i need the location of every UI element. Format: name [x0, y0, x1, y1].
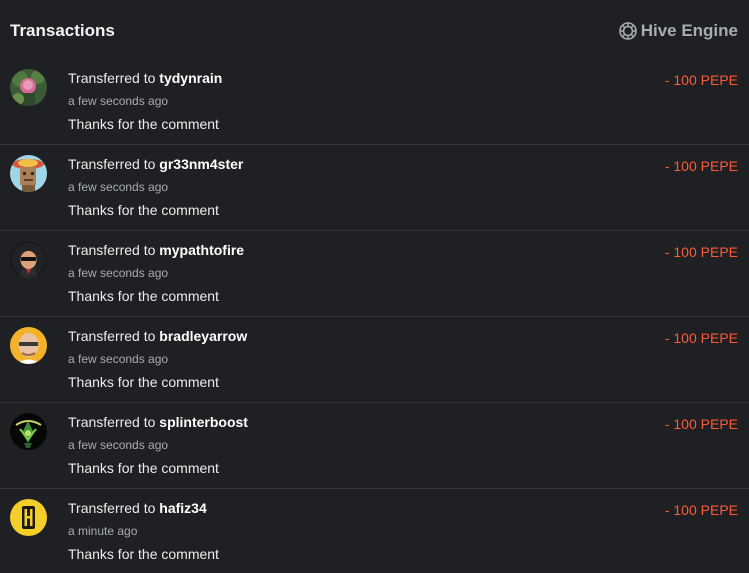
transaction-amount: - 100 PEPE: [664, 330, 738, 346]
avatar-mypathtofire[interactable]: [10, 241, 47, 278]
recipient-link[interactable]: tydynrain: [159, 70, 222, 86]
transaction-amount: - 100 PEPE: [664, 416, 738, 432]
transaction-row[interactable]: Transferred to mypathtofire a few second…: [0, 231, 749, 317]
transaction-memo: Thanks for the comment: [68, 374, 219, 390]
transactions-header: Transactions Hive Engine: [0, 0, 749, 62]
transaction-list: Transferred to tydynrain a few seconds a…: [0, 59, 749, 573]
recipient-link[interactable]: splinterboost: [159, 414, 248, 430]
recipient-link[interactable]: mypathtofire: [159, 242, 244, 258]
transaction-description: Transferred to bradleyarrow: [68, 328, 247, 344]
recipient-link[interactable]: bradleyarrow: [159, 328, 247, 344]
transaction-time: a few seconds ago: [68, 438, 169, 452]
hive-engine-link[interactable]: Hive Engine: [618, 21, 738, 41]
transaction-row[interactable]: Transferred to tydynrain a few seconds a…: [0, 59, 749, 145]
transaction-amount: - 100 PEPE: [664, 72, 738, 88]
transaction-memo: Thanks for the comment: [68, 288, 219, 304]
avatar-bradleyarrow[interactable]: [10, 327, 47, 364]
panel-title: Transactions: [10, 21, 115, 40]
transaction-time: a few seconds ago: [68, 180, 169, 194]
transaction-amount: - 100 PEPE: [664, 502, 738, 518]
transaction-memo: Thanks for the comment: [68, 202, 219, 218]
transaction-amount: - 100 PEPE: [664, 158, 738, 174]
transaction-description: Transferred to mypathtofire: [68, 242, 244, 258]
recipient-link[interactable]: gr33nm4ster: [159, 156, 243, 172]
transaction-memo: Thanks for the comment: [68, 546, 219, 562]
hive-engine-icon: [618, 22, 637, 40]
transaction-time: a few seconds ago: [68, 266, 169, 280]
avatar-splinterboost[interactable]: [10, 413, 47, 450]
transaction-prefix: Transferred to: [68, 414, 156, 430]
transaction-row[interactable]: Transferred to splinterboost a few secon…: [0, 403, 749, 489]
avatar-gr33nm4ster[interactable]: [10, 155, 47, 192]
transaction-description: Transferred to gr33nm4ster: [68, 156, 243, 172]
transaction-row[interactable]: Transferred to gr33nm4ster a few seconds…: [0, 145, 749, 231]
transaction-time: a minute ago: [68, 524, 138, 538]
recipient-link[interactable]: hafiz34: [159, 500, 206, 516]
avatar-hafiz34[interactable]: [10, 499, 47, 536]
transactions-panel: Transactions Hive Engine Transferred to …: [0, 0, 749, 573]
transaction-description: Transferred to splinterboost: [68, 414, 248, 430]
transaction-prefix: Transferred to: [68, 156, 156, 172]
transaction-prefix: Transferred to: [68, 500, 156, 516]
transaction-prefix: Transferred to: [68, 242, 156, 258]
transaction-row[interactable]: Transferred to hafiz34 a minute ago Than…: [0, 489, 749, 573]
transaction-row[interactable]: Transferred to bradleyarrow a few second…: [0, 317, 749, 403]
transaction-prefix: Transferred to: [68, 70, 156, 86]
transaction-memo: Thanks for the comment: [68, 116, 219, 132]
hive-engine-label: Hive Engine: [640, 21, 738, 40]
transaction-prefix: Transferred to: [68, 328, 156, 344]
transaction-time: a few seconds ago: [68, 94, 169, 108]
transaction-description: Transferred to tydynrain: [68, 70, 222, 86]
transaction-time: a few seconds ago: [68, 352, 169, 366]
transaction-amount: - 100 PEPE: [664, 244, 738, 260]
transaction-memo: Thanks for the comment: [68, 460, 219, 476]
avatar-tydynrain[interactable]: [10, 69, 47, 106]
transaction-description: Transferred to hafiz34: [68, 500, 207, 516]
